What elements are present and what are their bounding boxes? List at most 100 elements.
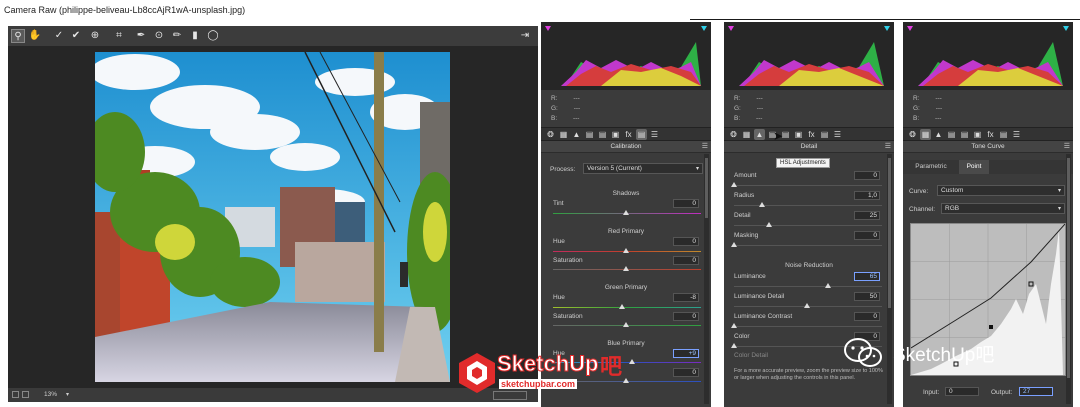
red-hue-value[interactable]: 0 [673, 237, 699, 246]
blue-hue-slider-thumb[interactable] [629, 359, 635, 364]
split-toning-tab-icon[interactable]: ▤ [597, 129, 608, 140]
channel-select-value: RGB [945, 205, 960, 212]
amount-slider-track[interactable] [734, 185, 882, 186]
tone-curve-tabs: Parametric Point [903, 160, 1073, 174]
split-toning-tab-icon[interactable]: ▤ [959, 129, 970, 140]
luminance-contrast-slider-thumb[interactable] [731, 323, 737, 328]
effects-tab-icon[interactable]: fx [985, 129, 996, 140]
panel-tabs: ❂ ▦ ▲ ▤ ▤ ▣ fx ▤ ☰ [541, 127, 711, 141]
targeted-adjustment-tool-icon[interactable]: ⊕ [88, 29, 102, 43]
hsl-tab-icon[interactable]: ▤ [584, 129, 595, 140]
luminance-contrast-value[interactable]: 0 [854, 312, 880, 321]
green-saturation-slider-thumb[interactable] [623, 322, 629, 327]
luminance-detail-value[interactable]: 50 [854, 292, 880, 301]
lens-corrections-tab-icon[interactable]: ▣ [793, 129, 804, 140]
channel-select[interactable]: RGB ▾ [941, 203, 1065, 214]
amount-value[interactable]: 0 [854, 171, 880, 180]
masking-value[interactable]: 0 [854, 231, 880, 240]
detail-tab-icon[interactable]: ▲ [754, 129, 765, 140]
panel-menu-icon[interactable]: ☰ [702, 142, 708, 150]
effects-tab-icon[interactable]: fx [806, 129, 817, 140]
input-value[interactable]: 0 [945, 387, 979, 396]
noise-reduction-heading: Noise Reduction [785, 262, 833, 269]
blue-hue-value[interactable]: +9 [673, 349, 699, 358]
panel-scrollbar[interactable] [704, 154, 709, 404]
detail-value[interactable]: 25 [854, 211, 880, 220]
zoom-in-icon[interactable] [22, 391, 29, 398]
hand-tool-icon[interactable]: ✋ [28, 29, 42, 43]
masking-slider-track[interactable] [734, 245, 882, 246]
green-saturation-label: Saturation [553, 313, 583, 320]
graduated-filter-tool-icon[interactable]: ▮ [188, 29, 202, 43]
adjustment-brush-tool-icon[interactable]: ✏ [170, 29, 184, 43]
calibration-tab-icon[interactable]: ▤ [819, 129, 830, 140]
basic-tab-icon[interactable]: ❂ [728, 129, 739, 140]
color-slider-thumb[interactable] [731, 343, 737, 348]
output-value[interactable]: 27 [1019, 387, 1053, 396]
b-label: B: [551, 115, 558, 122]
presets-tab-icon[interactable]: ☰ [1011, 129, 1022, 140]
radius-slider-track[interactable] [734, 205, 882, 206]
lens-corrections-tab-icon[interactable]: ▣ [972, 129, 983, 140]
tint-slider-thumb[interactable] [623, 210, 629, 215]
tint-value[interactable]: 0 [673, 199, 699, 208]
luminance-detail-slider-thumb[interactable] [804, 303, 810, 308]
panel-menu-icon[interactable]: ☰ [885, 142, 891, 150]
tab-parametric[interactable]: Parametric [903, 160, 959, 174]
green-hue-value[interactable]: -8 [673, 293, 699, 302]
hsl-tab-icon[interactable]: ▤ [946, 129, 957, 140]
histogram [903, 22, 1073, 90]
luminance-slider-thumb[interactable] [825, 283, 831, 288]
red-eye-tool-icon[interactable]: ⊙ [152, 29, 166, 43]
process-select[interactable]: Version 5 (Current) ▾ [583, 163, 703, 174]
green-hue-slider-thumb[interactable] [619, 304, 625, 309]
basic-tab-icon[interactable]: ❂ [545, 129, 556, 140]
panel-menu-icon[interactable]: ☰ [1064, 142, 1070, 150]
curve-select[interactable]: Custom ▾ [937, 185, 1065, 196]
b-label: B: [734, 115, 741, 122]
g-value: --- [935, 105, 943, 112]
red-saturation-slider-thumb[interactable] [623, 266, 629, 271]
white-balance-tool-icon[interactable]: ✓ [52, 29, 66, 43]
detail-tab-icon[interactable]: ▲ [933, 129, 944, 140]
blue-saturation-value[interactable]: 0 [673, 368, 699, 377]
zoom-dropdown-icon[interactable]: ▾ [66, 391, 69, 398]
color-label: Color [734, 333, 750, 340]
r-value: --- [756, 95, 763, 102]
zoom-tool-icon[interactable]: ⚲ [11, 29, 25, 43]
luminance-slider-track[interactable] [734, 286, 882, 287]
calibration-tab-icon[interactable]: ▤ [636, 129, 647, 140]
masking-slider-thumb[interactable] [731, 242, 737, 247]
tab-point[interactable]: Point [959, 160, 989, 174]
radius-slider-thumb[interactable] [759, 202, 765, 207]
detail-tab-icon[interactable]: ▲ [571, 129, 582, 140]
spot-removal-tool-icon[interactable]: ✒ [134, 29, 148, 43]
presets-tab-icon[interactable]: ☰ [649, 129, 660, 140]
basic-tab-icon[interactable]: ❂ [907, 129, 918, 140]
tone-curve-tab-icon[interactable]: ▦ [920, 129, 931, 140]
lens-corrections-tab-icon[interactable]: ▣ [610, 129, 621, 140]
open-preferences-icon[interactable]: ⇥ [518, 29, 532, 43]
tone-curve-tab-icon[interactable]: ▦ [741, 129, 752, 140]
detail-slider-thumb[interactable] [766, 222, 772, 227]
effects-tab-icon[interactable]: fx [623, 129, 634, 140]
luminance-value[interactable]: 65 [854, 272, 880, 281]
zoom-level[interactable]: 13% [44, 391, 57, 398]
zoom-out-icon[interactable] [12, 391, 19, 398]
green-saturation-value[interactable]: 0 [673, 312, 699, 321]
presets-tab-icon[interactable]: ☰ [832, 129, 843, 140]
detail-slider-track[interactable] [734, 225, 882, 226]
g-value: --- [573, 105, 581, 112]
luminance-contrast-slider-track[interactable] [734, 326, 882, 327]
radial-filter-tool-icon[interactable]: ◯ [206, 29, 220, 43]
tone-curve-tab-icon[interactable]: ▦ [558, 129, 569, 140]
color-sampler-tool-icon[interactable]: ✔ [69, 29, 83, 43]
calibration-tab-icon[interactable]: ▤ [998, 129, 1009, 140]
radius-value[interactable]: 1,0 [854, 191, 880, 200]
panel-scrollbar[interactable] [1066, 154, 1071, 404]
green-hue-slider-track[interactable] [553, 307, 701, 308]
red-hue-slider-thumb[interactable] [623, 248, 629, 253]
amount-slider-thumb[interactable] [731, 182, 737, 187]
crop-tool-icon[interactable]: ⌗ [112, 29, 126, 43]
red-saturation-value[interactable]: 0 [673, 256, 699, 265]
